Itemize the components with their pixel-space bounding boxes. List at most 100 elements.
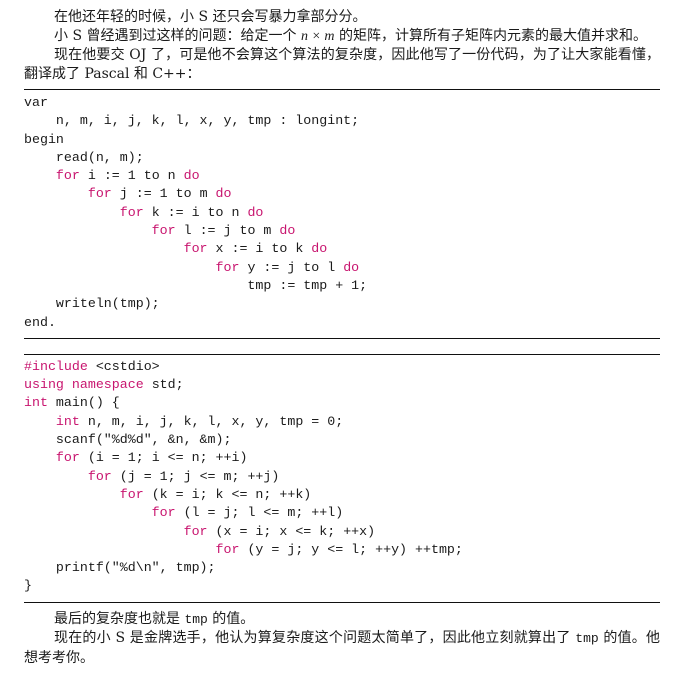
code-line: for (x = i; x <= k; ++x): [24, 523, 660, 541]
code-keyword: for: [183, 523, 208, 539]
outro-p2-text-before: 现在的小 S 是金牌选手，他认为算复杂度这个问题太简单了，因此他立刻就算出了: [54, 630, 576, 647]
intro-paragraph-1: 在他还年轻的时候，小 S 还只会写暴力拿部分分。: [54, 9, 367, 25]
code-keyword: do: [279, 223, 296, 239]
code-text: main() {: [47, 395, 120, 411]
code-keyword: for: [215, 259, 240, 275]
code-text: read(n, m);: [24, 149, 144, 165]
code-line: for (j = 1; j <= m; ++j): [24, 468, 660, 486]
code-line: for (l = j; l <= m; ++l): [24, 504, 660, 522]
code-keyword: for: [215, 541, 240, 557]
intro-paragraph-2: 小 S 曾经遇到过这样的问题：给定一个 n × m 的矩阵，计算所有子矩阵内元素…: [24, 27, 660, 47]
outro-paragraph-2: 现在的小 S 是金牌选手，他认为算复杂度这个问题太简单了，因此他立刻就算出了 t…: [24, 629, 660, 667]
code-keyword: for: [55, 450, 80, 466]
code-line: for (y = j; y <= l; ++y) ++tmp;: [24, 541, 660, 559]
matrix-size-math: n × m: [300, 28, 335, 44]
outro-paragraph-1: 最后的复杂度也就是 tmp 的值。: [24, 610, 660, 630]
code-keyword: #include: [24, 358, 88, 374]
code-text: begin: [24, 131, 64, 147]
code-line: for l := j to m do: [24, 222, 660, 240]
code-keyword: for: [119, 204, 144, 220]
code-text: std;: [143, 377, 184, 393]
code-line: }: [24, 577, 660, 595]
code-text: scanf("%d%d", &n, &m);: [24, 432, 232, 448]
code-keyword: for: [151, 505, 176, 521]
code-line: writeln(tmp);: [24, 295, 660, 313]
code-text: i := 1 to n: [79, 168, 184, 184]
code-line: for (i = 1; i <= n; ++i): [24, 449, 660, 467]
code-keyword: using: [24, 377, 64, 393]
cpp-bottom-rule: [24, 601, 660, 603]
code-line: int n, m, i, j, k, l, x, y, tmp = 0;: [24, 413, 660, 431]
code-line: int main() {: [24, 394, 660, 412]
code-line: for j := 1 to m do: [24, 185, 660, 203]
code-keyword: do: [343, 259, 360, 275]
code-line: for x := i to k do: [24, 240, 660, 258]
code-line: using namespace std;: [24, 376, 660, 394]
code-text: k := i to n: [143, 204, 248, 220]
code-text: n, m, i, j, k, l, x, y, tmp = 0;: [79, 413, 344, 429]
code-keyword: int: [55, 413, 80, 429]
code-text: n, m, i, j, k, l, x, y, tmp : longint;: [24, 113, 360, 129]
code-text: printf("%d\n", tmp);: [24, 560, 216, 576]
code-text: (y = j; y <= l; ++y) ++tmp;: [239, 541, 463, 557]
code-keyword: do: [215, 186, 232, 202]
code-keyword: do: [311, 241, 328, 257]
code-text: (k = i; k <= n; ++k): [143, 486, 312, 502]
code-line: var: [24, 94, 660, 112]
intro-paragraph-3: 现在他要交 OJ 了，可是他不会算这个算法的复杂度，因此他写了一份代码，为了让大…: [24, 47, 660, 82]
code-keyword: for: [55, 168, 80, 184]
problem-statement: 在他还年轻的时候，小 S 还只会写暴力拿部分分。 小 S 曾经遇到过这样的问题：…: [24, 0, 660, 667]
code-line: scanf("%d%d", &n, &m);: [24, 431, 660, 449]
cpp-code-block: #include <cstdio> using namespace std; int…: [24, 355, 660, 602]
code-text: tmp := tmp + 1;: [24, 277, 368, 293]
code-keyword: for: [87, 468, 112, 484]
intro-p2-text-before: 小 S 曾经遇到过这样的问题：给定一个: [54, 27, 301, 44]
code-line: tmp := tmp + 1;: [24, 277, 660, 295]
code-text: var: [24, 95, 48, 110]
code-text: writeln(tmp);: [24, 296, 160, 312]
code-keyword: for: [119, 486, 144, 502]
code-line: end.: [24, 314, 660, 332]
code-line: read(n, m);: [24, 149, 660, 167]
code-keyword: for: [183, 241, 208, 257]
outro-p1-text-after: 的值。: [207, 610, 255, 627]
code-keyword: for: [151, 223, 176, 239]
pascal-bottom-rule: [24, 337, 660, 339]
code-text: (j = 1; j <= m; ++j): [111, 468, 280, 484]
code-text: j := 1 to m: [111, 186, 216, 202]
pascal-code-block: var n, m, i, j, k, l, x, y, tmp : longin…: [24, 90, 660, 338]
code-text: (x = i; x <= k; ++x): [207, 523, 376, 539]
code-line: for k := i to n do: [24, 204, 660, 222]
code-text: (l = j; l <= m; ++l): [175, 505, 344, 521]
intro-p2-text-after: 的矩阵，计算所有子矩阵内元素的最大值并求和。: [334, 27, 647, 44]
code-line: for (k = i; k <= n; ++k): [24, 486, 660, 504]
code-keyword: int: [24, 395, 48, 411]
code-text: <cstdio>: [87, 358, 160, 374]
code-keyword: for: [87, 186, 112, 202]
code-line: for i := 1 to n do: [24, 167, 660, 185]
code-keyword: do: [247, 204, 264, 220]
code-text: l := j to m: [175, 223, 280, 239]
code-keyword: do: [183, 168, 200, 184]
code-line: n, m, i, j, k, l, x, y, tmp : longint;: [24, 112, 660, 130]
code-keyword: namespace: [71, 377, 144, 393]
code-text: x := i to k: [207, 241, 312, 257]
code-line: #include <cstdio>: [24, 358, 660, 376]
tmp-inline-code: tmp: [575, 631, 599, 647]
code-line: begin: [24, 131, 660, 149]
tmp-inline-code: tmp: [184, 611, 208, 627]
code-text: (i = 1; i <= n; ++i): [79, 450, 248, 466]
code-text: }: [24, 578, 32, 594]
